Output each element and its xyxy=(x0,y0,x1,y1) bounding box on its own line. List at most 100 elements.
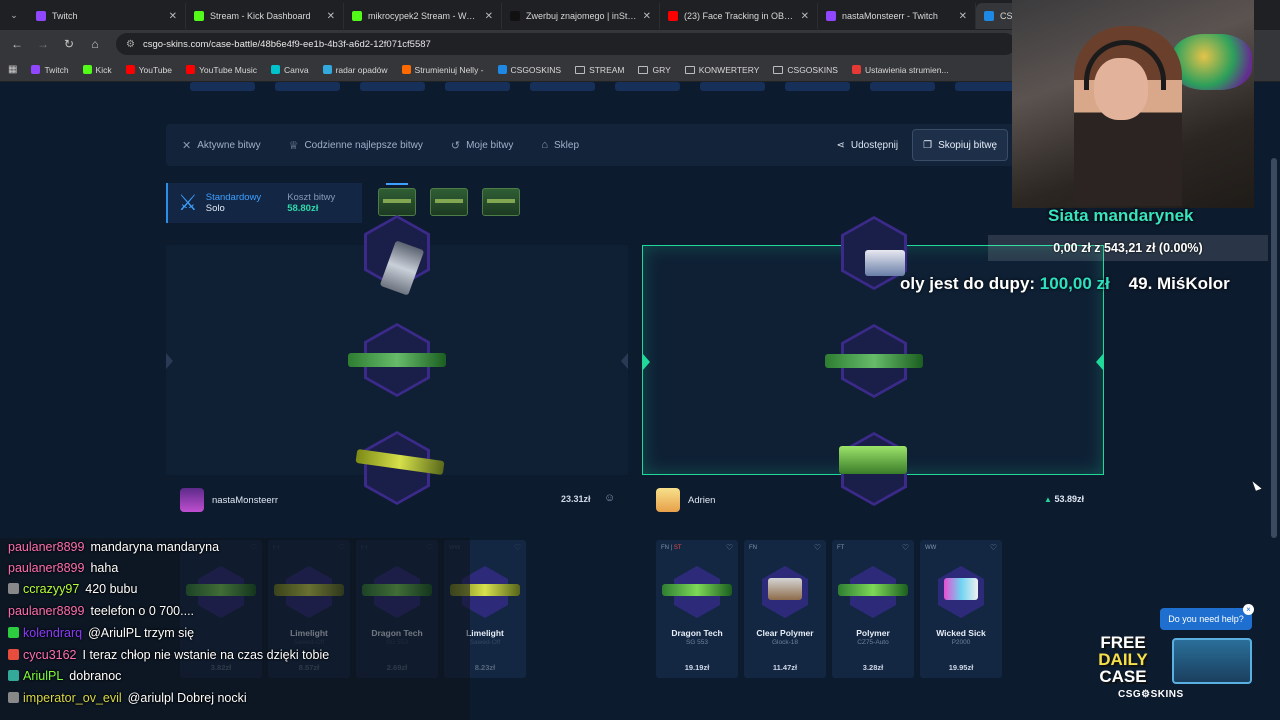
chat-text: 420 bubu xyxy=(85,582,138,596)
tab-title: Stream - Kick Dashboard xyxy=(210,11,311,21)
chat-username: cycu3162 xyxy=(23,648,77,662)
chat-message: paulaner8899 teelefon o 0 700.... xyxy=(8,604,194,618)
home-icon[interactable]: ⌂ xyxy=(84,33,106,55)
browser-tab[interactable]: mikrocypek2 Stream - Watch Li ✕ xyxy=(344,3,502,29)
favicon-icon xyxy=(510,11,520,21)
browser-tab[interactable]: Stream - Kick Dashboard ✕ xyxy=(186,3,344,29)
apps-grid-icon[interactable]: ▦ xyxy=(8,64,17,75)
close-tab-icon[interactable]: ✕ xyxy=(643,11,651,22)
url-field[interactable]: ⚙ csgo-skins.com/case-battle/48b6e4f9-ee… xyxy=(116,33,1016,55)
nav-active-battles[interactable]: ✕ Aktywne bitwy xyxy=(182,139,261,152)
chat-message: paulaner8899 haha xyxy=(8,561,118,575)
case-thumbnail[interactable] xyxy=(430,188,468,216)
close-tab-icon[interactable]: ✕ xyxy=(485,11,493,22)
browser-tab[interactable]: Twitch ✕ xyxy=(28,3,186,29)
favicon-icon xyxy=(125,65,135,74)
share-button[interactable]: ⋖ Udostępnij xyxy=(836,140,898,151)
bookmark-item[interactable]: CSGOSKINS xyxy=(773,65,838,75)
tab-title: nastaMonsteerr - Twitch xyxy=(842,11,938,21)
chat-username: kolendrarq xyxy=(23,626,83,640)
item-weapon: P2000 xyxy=(951,639,971,646)
close-icon[interactable]: × xyxy=(1243,604,1254,615)
chat-message: paulaner8899 mandaryna mandaryna xyxy=(8,540,219,554)
favorite-icon[interactable]: ♡ xyxy=(990,543,997,552)
browser-tab[interactable]: nastaMonsteerr - Twitch ✕ xyxy=(818,3,976,29)
bookmark-item[interactable]: STREAM xyxy=(575,65,624,75)
favicon-icon xyxy=(194,11,204,21)
bookmark-label: YouTube Music xyxy=(199,64,257,75)
reel-pointer-left xyxy=(643,354,650,370)
player-left: nastaMonsteerr xyxy=(180,486,278,514)
bookmark-label: CSGOSKINS xyxy=(510,64,562,75)
chat-username: imperator_ov_evil xyxy=(23,691,122,705)
site-info-icon[interactable]: ⚙ xyxy=(126,39,135,50)
forward-icon[interactable]: → xyxy=(32,33,54,55)
emoji-icon[interactable]: ☺ xyxy=(604,492,615,504)
back-icon[interactable]: ← xyxy=(6,33,28,55)
nav-shop[interactable]: ⌂ Sklep xyxy=(541,139,579,151)
chat-text: haha xyxy=(90,561,119,575)
copy-battle-button[interactable]: ❐ Skopiuj bitwę xyxy=(912,129,1008,161)
item-name: Dragon Tech xyxy=(671,628,723,638)
folder-icon xyxy=(638,65,649,74)
bookmark-label: radar opadów xyxy=(335,64,388,75)
won-item-card[interactable]: FN | ST ♡ Dragon Tech SG 553 19.19zł xyxy=(656,540,738,678)
case-thumbnail[interactable] xyxy=(482,188,520,216)
bookmark-label: YouTube xyxy=(138,64,173,75)
bookmark-item[interactable]: Ustawienia strumien... xyxy=(851,65,949,75)
bookmark-item[interactable]: Twitch xyxy=(31,65,69,75)
player-name: Adrien xyxy=(688,494,716,506)
close-tab-icon[interactable]: ✕ xyxy=(801,11,809,22)
bookmark-item[interactable]: KONWERTERY xyxy=(684,65,759,75)
bookmark-item[interactable]: CSGOSKINS xyxy=(497,64,562,75)
won-items-right: FN | ST ♡ Dragon Tech SG 553 19.19zł FN ♡ Clear… xyxy=(656,540,1002,678)
browser-tab[interactable]: (23) Face Tracking in OBS | Com ✕ xyxy=(660,3,818,29)
free-daily-case-promo[interactable]: FREE DAILY CASE CSG⚙SKINS xyxy=(1060,632,1256,704)
chat-text: @ariulpl Dobrej nocki xyxy=(127,691,247,705)
won-item-card[interactable]: FT ♡ Polymer CZ75-Auto 3.28zł xyxy=(832,540,914,678)
wear-tag: FT xyxy=(837,545,845,551)
close-tab-icon[interactable]: ✕ xyxy=(959,11,967,22)
player-total-value: 53.89zł xyxy=(1054,494,1084,504)
won-item-card[interactable]: WW ♡ Wicked Sick P2000 19.95zł xyxy=(920,540,1002,678)
bookmark-item[interactable]: GRY xyxy=(638,65,671,75)
bookmark-item[interactable]: YouTube Music xyxy=(186,65,257,75)
won-item-card[interactable]: FN ♡ Clear Polymer Glock-18 11.47zł xyxy=(744,540,826,678)
reload-icon[interactable]: ↻ xyxy=(58,33,80,55)
tab-search-icon[interactable]: ⌄ xyxy=(0,10,28,21)
current-case-indicator xyxy=(386,183,408,185)
nav-my-battles[interactable]: ↺ Moje bitwy xyxy=(451,139,513,152)
favorite-icon[interactable]: ♡ xyxy=(726,543,733,552)
favorite-icon[interactable]: ♡ xyxy=(814,543,821,552)
close-tab-icon[interactable]: ✕ xyxy=(327,11,335,22)
wear-tag: FN xyxy=(749,545,757,551)
page-scrollbar[interactable] xyxy=(1268,82,1280,720)
chat-username: paulaner8899 xyxy=(8,561,85,575)
reel-pointer-right xyxy=(1096,354,1103,370)
promo-free: FREE xyxy=(1100,633,1146,652)
bookmark-item[interactable]: Canva xyxy=(270,64,309,75)
case-thumbnail[interactable] xyxy=(378,188,416,216)
nav-daily-best[interactable]: ♕ Codzienne najlepsze bitwy xyxy=(289,139,423,152)
donation-ticker: oly jest do dupy: 100,00 zł 49. MiśKolor xyxy=(900,274,1272,298)
chat-badge-icon xyxy=(8,670,19,681)
bookmark-item[interactable]: YouTube xyxy=(125,64,173,75)
close-tab-icon[interactable]: ✕ xyxy=(169,11,177,22)
favorite-icon[interactable]: ♡ xyxy=(902,543,909,552)
bookmark-item[interactable]: radar opadów xyxy=(322,64,388,75)
tab-title: mikrocypek2 Stream - Watch Li xyxy=(368,11,479,21)
avatar xyxy=(180,488,204,512)
chat-text: teelefon o 0 700.... xyxy=(90,604,195,618)
bookmark-label: Canva xyxy=(283,64,309,75)
chat-message: kolendrarq @AriulPL trzym się xyxy=(8,626,194,640)
tab-title: Twitch xyxy=(52,11,78,21)
goal-amount: 0,00 zł z 543,21 zł (0.00%) xyxy=(1053,241,1203,255)
bookmark-item[interactable]: Strumieniuj Nelly - xyxy=(401,65,484,75)
browser-tab[interactable]: Zwerbuj znajomego | inStream ✕ xyxy=(502,3,660,29)
chat-username: paulaner8899 xyxy=(8,604,85,618)
favorite-icon[interactable]: ♡ xyxy=(514,543,521,552)
bookmark-label: STREAM xyxy=(589,64,625,75)
bookmark-item[interactable]: Kick xyxy=(82,65,112,75)
help-bubble[interactable]: Do you need help? xyxy=(1160,608,1252,630)
nav-active-battles-label: Aktywne bitwy xyxy=(197,139,261,151)
